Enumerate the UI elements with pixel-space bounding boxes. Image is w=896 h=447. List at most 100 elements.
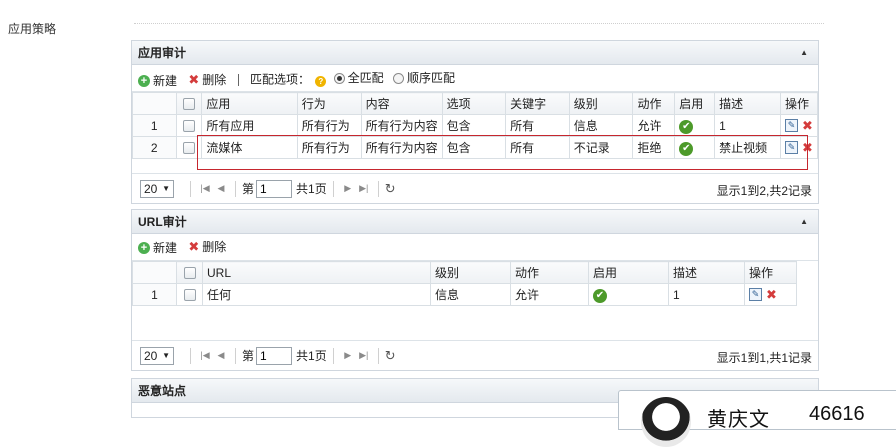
- column-header[interactable]: 描述: [714, 92, 782, 115]
- next-page-icon[interactable]: ▶: [340, 350, 356, 361]
- delete-icon: ✖: [188, 239, 200, 254]
- app-audit-table: 应用 行为 内容 选项 关键字 级别 动作 启用 描述 操作 1 所有应用 所有…: [132, 92, 818, 159]
- row-number: 1: [132, 283, 177, 306]
- column-header[interactable]: 应用: [201, 92, 298, 115]
- pager-divider: [332, 180, 334, 197]
- table-row[interactable]: 2 流媒体 所有行为 所有行为内容 包含 所有 不记录 拒绝 ✔ 禁止视频 ✎ ✖: [132, 136, 818, 159]
- row-checkbox[interactable]: [175, 114, 203, 137]
- delete-row-icon[interactable]: ✖: [802, 140, 813, 155]
- column-header[interactable]: 操作: [744, 261, 797, 284]
- column-header[interactable]: 动作: [510, 261, 589, 284]
- collapse-icon[interactable]: ▲: [800, 210, 808, 234]
- new-button-label: 新建: [153, 241, 178, 255]
- new-button-label: 新建: [153, 73, 178, 88]
- page-prefix: 第: [242, 182, 255, 196]
- last-page-icon[interactable]: ▶|: [356, 183, 372, 194]
- section-divider: [134, 23, 824, 24]
- checkbox-icon: [183, 267, 196, 280]
- cell-action: 拒绝: [632, 136, 676, 159]
- row-checkbox[interactable]: [176, 283, 203, 306]
- cell-behavior: 所有行为: [296, 136, 362, 159]
- last-page-icon[interactable]: ▶|: [356, 350, 372, 361]
- refresh-icon[interactable]: ↻: [385, 181, 396, 197]
- edit-icon[interactable]: ✎: [785, 141, 799, 154]
- column-header[interactable]: 行为: [296, 92, 362, 115]
- avatar: [641, 397, 691, 447]
- next-page-icon[interactable]: ▶: [340, 183, 356, 194]
- check-circle-icon: ✔: [679, 119, 694, 134]
- column-header[interactable]: 级别: [568, 92, 634, 115]
- collapse-icon[interactable]: ▲: [800, 41, 808, 65]
- page-number-input[interactable]: [256, 346, 293, 365]
- delete-button-label: 删除: [202, 240, 227, 254]
- prev-page-icon[interactable]: ◀: [213, 350, 229, 361]
- page-size-select[interactable]: 20 ▼: [140, 346, 174, 365]
- cell-behavior: 所有行为: [296, 114, 362, 137]
- first-page-icon[interactable]: |◀: [197, 183, 213, 194]
- cell-enabled: ✔: [588, 283, 669, 306]
- cell-action: 允许: [510, 283, 589, 306]
- check-circle-icon: ✔: [679, 141, 694, 156]
- app-audit-toolbar: + 新建 ✖ 删除 匹配选项： ? 全匹配 顺序匹配: [132, 65, 818, 91]
- cell-enabled: ✔: [674, 136, 716, 159]
- cell-level: 不记录: [568, 136, 634, 159]
- match-sequence-radio[interactable]: 顺序匹配: [393, 65, 455, 91]
- column-header[interactable]: 启用: [674, 92, 716, 115]
- edit-icon[interactable]: ✎: [749, 288, 762, 301]
- page-size-select[interactable]: 20 ▼: [140, 179, 174, 198]
- help-icon[interactable]: ?: [315, 75, 327, 87]
- column-header[interactable]: 动作: [632, 92, 676, 115]
- url-audit-panel: URL审计 ▲ + 新建 ✖ 删除 URL 级别 动作 启用 描述 操作 1 任…: [131, 209, 819, 371]
- cell-actions: ✎ ✖: [780, 136, 818, 159]
- cell-content: 所有行为内容: [360, 136, 443, 159]
- delete-icon: ✖: [188, 71, 200, 87]
- match-all-radio[interactable]: 全匹配: [333, 65, 384, 91]
- edit-icon[interactable]: ✎: [785, 119, 799, 132]
- select-all-checkbox[interactable]: [176, 261, 203, 284]
- prev-page-icon[interactable]: ◀: [213, 183, 229, 194]
- column-header[interactable]: 关键字: [505, 92, 570, 115]
- column-header[interactable]: 描述: [668, 261, 745, 284]
- url-audit-table: URL 级别 动作 启用 描述 操作 1 任何 信息 允许 ✔ 1 ✎ ✖: [132, 261, 797, 306]
- pager-divider: [190, 347, 191, 364]
- new-button[interactable]: + 新建: [138, 235, 177, 261]
- page-total: 共1页: [296, 182, 327, 196]
- app-audit-header[interactable]: 应用审计 ▲: [132, 41, 818, 65]
- pager-divider: [377, 347, 379, 364]
- delete-row-icon[interactable]: ✖: [802, 118, 813, 133]
- app-audit-panel: 应用审计 ▲ + 新建 ✖ 删除 匹配选项： ? 全匹配 顺序匹配 应用 行为 …: [131, 40, 819, 204]
- select-all-checkbox[interactable]: [175, 92, 203, 115]
- first-page-icon[interactable]: |◀: [197, 350, 213, 361]
- delete-button[interactable]: ✖ 删除: [188, 234, 226, 260]
- table-row[interactable]: 1 所有应用 所有行为 所有行为内容 包含 所有 信息 允许 ✔ 1 ✎ ✖: [132, 114, 818, 137]
- url-audit-grid: URL 级别 动作 启用 描述 操作 1 任何 信息 允许 ✔ 1 ✎ ✖: [132, 260, 818, 340]
- cell-url: 任何: [202, 283, 431, 306]
- column-header[interactable]: 启用: [588, 261, 669, 284]
- cell-actions: ✎ ✖: [744, 283, 797, 306]
- page-number-input[interactable]: [256, 179, 293, 198]
- cell-app: 流媒体: [201, 136, 298, 159]
- url-audit-header[interactable]: URL审计 ▲: [132, 210, 818, 234]
- row-number-header: [132, 92, 177, 115]
- contact-popup[interactable]: 黄庆文 46616: [618, 390, 896, 447]
- column-header[interactable]: 选项: [441, 92, 507, 115]
- pager-divider: [190, 180, 191, 197]
- table-row[interactable]: 1 任何 信息 允许 ✔ 1 ✎ ✖: [132, 283, 797, 306]
- table-header-row: URL 级别 动作 启用 描述 操作: [132, 261, 797, 284]
- column-header[interactable]: 级别: [430, 261, 511, 284]
- radio-selected-icon: [333, 72, 345, 84]
- pager-divider: [332, 347, 334, 364]
- column-header[interactable]: URL: [202, 261, 431, 284]
- delete-button[interactable]: ✖ 删除: [188, 67, 226, 93]
- pager-divider: [235, 180, 236, 197]
- delete-row-icon[interactable]: ✖: [766, 287, 777, 302]
- page-total: 共1页: [296, 349, 327, 363]
- column-header[interactable]: 内容: [360, 92, 443, 115]
- column-header[interactable]: 操作: [780, 92, 818, 115]
- new-button[interactable]: + 新建: [138, 68, 177, 94]
- cell-app: 所有应用: [201, 114, 298, 137]
- cell-option: 包含: [441, 114, 507, 137]
- row-checkbox[interactable]: [175, 136, 203, 159]
- refresh-icon[interactable]: ↻: [385, 348, 396, 364]
- page-size-value: 20: [144, 348, 158, 363]
